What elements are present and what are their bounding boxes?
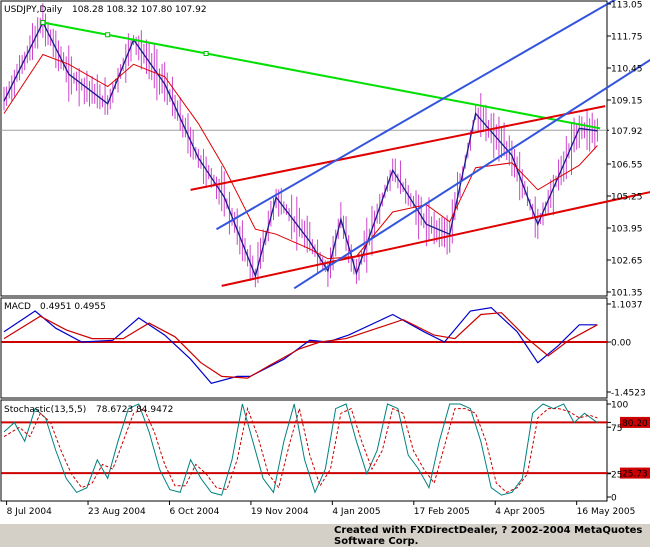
x-tick-label: 4 Apr 2005: [495, 507, 545, 517]
price-y-tick-label: 107.92: [611, 127, 643, 137]
trendline-anchor: [40, 19, 46, 25]
price-y-tick-label: 113.05: [611, 1, 643, 11]
price-y-tick-label: 102.65: [611, 257, 643, 267]
trendline-anchor: [105, 32, 111, 38]
stochastic-panel[interactable]: [0, 399, 608, 502]
macd-panel[interactable]: [0, 297, 608, 399]
chart-window: 113.05 111.75 110.45 109.15 107.92 106.55 105.…: [0, 0, 650, 524]
macd-values: 0.4951 0.4955: [40, 302, 106, 312]
price-y-tick-label: 105.25: [611, 193, 643, 203]
credit-text: Created with FXDirectDealer, ? 2002-2004…: [334, 525, 643, 547]
x-tick-label: 16 May 2005: [577, 507, 636, 517]
price-y-tick-label: 109.15: [611, 97, 643, 107]
stochastic-title: Stochastic(13,5,5): [4, 405, 86, 415]
macd-y-tick-label: 1.1037: [611, 301, 643, 311]
stochastic-y-tick-label: 25: [611, 470, 622, 480]
macd-y-tick-label: -1.4523: [611, 389, 646, 399]
x-tick-label: 19 Nov 2004: [251, 507, 309, 517]
stochastic-y-tick-label: 100: [611, 401, 628, 411]
x-tick-label: 6 Oct 2004: [169, 507, 219, 517]
price-y-tick-label: 106.55: [611, 161, 643, 171]
price-y-tick-label: 111.75: [611, 33, 643, 43]
x-tick-label: 8 Jul 2004: [7, 507, 52, 517]
price-title: USDJPY,Daily: [4, 5, 63, 15]
stochastic-values: 78.6723 84.9472: [96, 405, 173, 415]
price-y-tick-label: 103.95: [611, 225, 643, 235]
macd-title: MACD: [4, 302, 31, 312]
stochastic-y-tick-label: 0: [611, 494, 617, 504]
price-panel[interactable]: [0, 0, 608, 297]
stochastic-y-tick-label: 25.73: [622, 470, 648, 480]
x-tick-label: 23 Aug 2004: [88, 507, 146, 517]
price-y-tick-label: 101.35: [611, 289, 643, 299]
x-tick-label: 17 Feb 2005: [414, 507, 470, 517]
price-y-tick-label: 110.45: [611, 65, 643, 75]
x-tick-label: 4 Jan 2005: [332, 507, 380, 517]
stochastic-y-tick-label: 80.20: [622, 419, 648, 429]
trendline-anchor: [203, 50, 209, 56]
macd-y-tick-label: 0.00: [611, 338, 631, 348]
stochastic-y-tick-label: 75: [611, 424, 622, 434]
ohlc-values: 108.28 108.32 107.80 107.92: [72, 5, 207, 15]
